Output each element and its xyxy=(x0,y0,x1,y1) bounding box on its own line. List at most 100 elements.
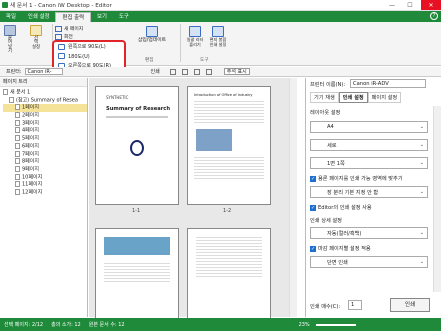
menu-tools[interactable]: 도구 xyxy=(113,12,135,22)
zoom-slider[interactable] xyxy=(315,323,356,326)
tab-print-settings[interactable]: 인쇄 설정 xyxy=(338,92,368,103)
close-button[interactable]: ✕ xyxy=(421,0,441,10)
paste-icon xyxy=(4,25,16,36)
chevron-down-icon: ⌄ xyxy=(419,160,424,166)
tree-page-item[interactable]: 9페이지 xyxy=(3,165,87,174)
menu-print-settings[interactable]: 인쇄 설정 xyxy=(22,12,56,22)
copies-input[interactable]: 1 xyxy=(348,300,362,310)
rotate-left-item[interactable]: 왼쪽으로 90도(L) xyxy=(54,42,124,52)
duplex-select[interactable]: 단면 인쇄 ⌄ xyxy=(310,256,428,268)
undo-icon[interactable] xyxy=(169,68,176,75)
chevron-down-icon: ⌄ xyxy=(419,124,424,130)
fit-page-checkbox[interactable]: ✓ 용론 페이지를 인쇄 가능 영역에 맞추기 xyxy=(310,175,403,182)
tree-page-item[interactable]: 11페이지 xyxy=(3,181,87,189)
tree-page-item[interactable]: 1페이지 xyxy=(3,104,87,113)
right-scrollbar[interactable] xyxy=(433,106,441,292)
binding-select[interactable]: 장 분리 기본 지정 안 함 ⌄ xyxy=(310,186,428,198)
page-icon xyxy=(15,135,20,142)
color-section-label: 인쇄 상세 설정 xyxy=(310,218,342,224)
chevron-down-icon: ⌄ xyxy=(419,142,424,148)
tree-page-item[interactable]: 10페이지 xyxy=(3,173,87,182)
tree-child[interactable]: (참고) Summary of Resea xyxy=(3,96,87,105)
page-icon xyxy=(15,165,20,172)
paper-size-select[interactable]: A4 ⌄ xyxy=(310,121,428,133)
annotation-toggle[interactable]: 주석 표시 xyxy=(223,68,250,75)
tree-page-item[interactable]: 5페이지 xyxy=(3,135,87,143)
insert-icon xyxy=(146,26,158,37)
status-doc-count: 원본 문서 수: 12 xyxy=(88,322,125,328)
tree-page-item[interactable]: 7페이지 xyxy=(3,150,87,159)
tab-device[interactable]: 기기 재생 xyxy=(310,92,339,103)
editor-settings-checkbox[interactable]: ✓ Editor의 인쇄 설정 사용 xyxy=(310,204,372,211)
checkbox-icon: ✓ xyxy=(310,204,316,211)
page-icon xyxy=(15,188,20,195)
cut-icon[interactable] xyxy=(205,68,212,75)
finish-checkbox[interactable]: ✓ 마감 페이지별 설정 적용 xyxy=(310,245,371,252)
orientation-select[interactable]: 세로 ⌄ xyxy=(310,139,428,151)
new-page-button[interactable]: 새 페이지 xyxy=(55,25,83,32)
chevron-down-icon: ⌄ xyxy=(419,259,424,265)
page-view: SYNTHETIC Summary of Research Introducti… xyxy=(89,78,297,320)
photo-image xyxy=(196,129,232,151)
center-scrollbar[interactable] xyxy=(289,78,297,317)
group-edit-label: 편집 xyxy=(145,58,154,63)
checkbox-icon: ✓ xyxy=(310,175,316,182)
copies-label: 인쇄 매수(C): xyxy=(310,304,341,310)
printer-name-select[interactable]: Canon iR-ADV xyxy=(350,79,426,88)
settings-tabs: 기기 재생 인쇄 설정 페이지 설정 xyxy=(310,92,402,103)
tree-page-item[interactable]: 4페이지 xyxy=(3,127,87,135)
folder-icon xyxy=(9,96,14,103)
paste-button[interactable]: 붙 여 넣 기 xyxy=(3,25,17,55)
page-thumb-1[interactable]: SYNTHETIC Summary of Research xyxy=(95,86,179,205)
rotate-button[interactable]: 회전 xyxy=(55,33,73,40)
zoom-select[interactable]: 인쇄 xyxy=(151,68,160,75)
page-thumb-3[interactable] xyxy=(95,228,179,320)
menu-file[interactable]: 파일 xyxy=(0,12,22,22)
page-label-1: 1-1 xyxy=(132,208,141,214)
page-label-2: 1-2 xyxy=(223,208,232,214)
insert-update-button[interactable]: 삽입/업데이트 xyxy=(137,26,167,44)
rotate-icon xyxy=(55,33,62,40)
seal-image xyxy=(130,140,144,156)
print-button[interactable]: 인쇄 xyxy=(390,298,430,312)
menu-edit-output[interactable]: 편집 출력 xyxy=(55,12,92,22)
page-thumb-2[interactable]: Introduction of Office of Industry xyxy=(187,86,271,205)
envelope-button[interactable]: 편지 봉합 인쇄 설정 xyxy=(207,26,229,47)
page-icon xyxy=(15,104,20,111)
pages-per-sheet-select[interactable]: 1면 1쪽 ⌄ xyxy=(310,157,428,169)
tree-page-item[interactable]: 6페이지 xyxy=(3,142,87,151)
help-icon[interactable]: ? xyxy=(430,12,438,20)
window-title: 새 문서 1 - Canon iW Desktop - Editor xyxy=(10,3,112,9)
page-thumb-4[interactable] xyxy=(187,228,271,320)
page-icon xyxy=(15,119,20,126)
redo-icon[interactable] xyxy=(181,68,188,75)
menu-view[interactable]: 보기 xyxy=(91,12,113,22)
tree-page-item[interactable]: 12페이지 xyxy=(3,188,87,197)
printer-select[interactable]: Canon iR- xyxy=(24,68,63,75)
select-settings-button[interactable]: 선 택 설정 xyxy=(26,25,46,50)
batch-button[interactable]: 일괄 리터 플리기 xyxy=(184,26,206,47)
zoom-level: 23% xyxy=(298,321,310,328)
tab-page-settings[interactable]: 페이지 설정 xyxy=(367,92,402,103)
tree-page-item[interactable]: 2페이지 xyxy=(3,112,87,120)
page-icon xyxy=(15,142,20,149)
rotate-180-item[interactable]: 180도(U) xyxy=(54,52,124,62)
color-mode-select[interactable]: 자동(컬러/흑백) ⌄ xyxy=(310,227,428,239)
maximize-button[interactable]: ☐ xyxy=(403,0,417,10)
print-settings-panel: 프린터 이름(N): Canon iR-ADV 기기 재생 인쇄 설정 페이지 … xyxy=(305,78,441,317)
title-bar: 새 문서 1 - Canon iW Desktop - Editor — ☐ ✕ xyxy=(0,0,441,11)
copy-icon[interactable] xyxy=(193,68,200,75)
tree-page-item[interactable]: 3페이지 xyxy=(3,119,87,128)
envelope-icon xyxy=(212,26,224,37)
chevron-down-icon: ⌄ xyxy=(419,189,424,195)
document-icon xyxy=(3,89,8,95)
page-icon xyxy=(15,173,20,180)
printer-label: 프린터: xyxy=(6,69,22,75)
tree-root[interactable]: 새 문서 1 xyxy=(3,89,87,97)
tree-page-item[interactable]: 8페이지 xyxy=(3,158,87,166)
rotate-180-icon xyxy=(58,53,65,60)
menu-bar: 파일 인쇄 설정 편집 출력 보기 도구 ? xyxy=(0,11,441,22)
minimize-button[interactable]: — xyxy=(385,0,399,10)
app-icon xyxy=(2,2,8,8)
printer-name-label: 프린터 이름(N): xyxy=(310,82,346,88)
